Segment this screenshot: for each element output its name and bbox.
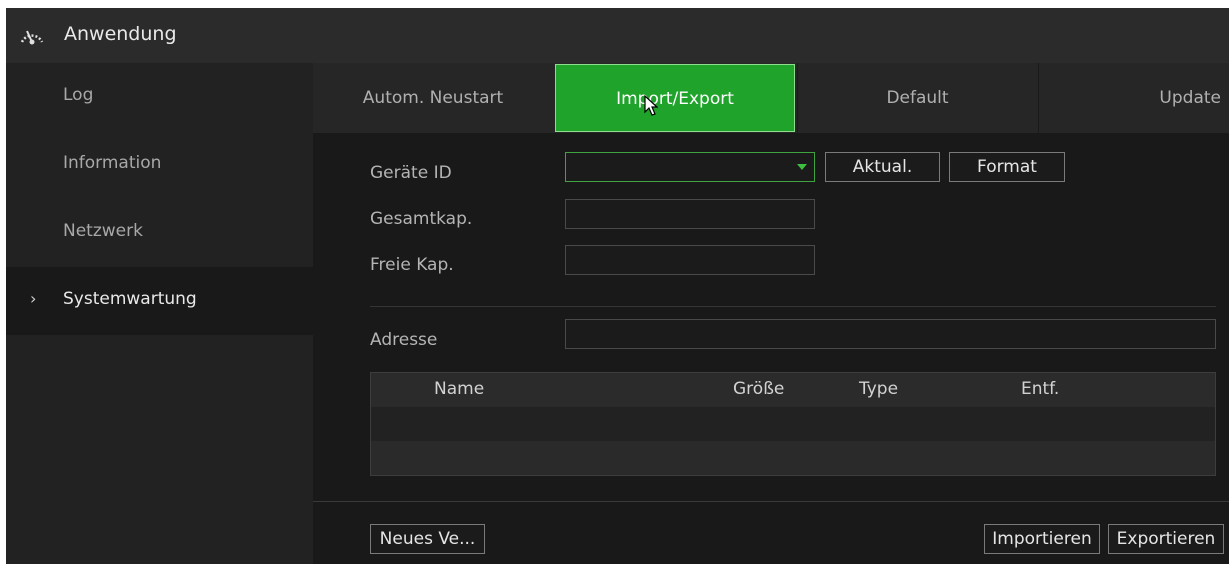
tab-autom-neustart[interactable]: Autom. Neustart — [313, 63, 553, 133]
column-header-type: Type — [859, 379, 899, 399]
sidebar-item-label: Systemwartung — [63, 289, 197, 309]
tab-default[interactable]: Default — [797, 63, 1037, 133]
sidebar-item-systemwartung[interactable]: › Systemwartung — [6, 267, 313, 335]
refresh-button[interactable]: Aktual. — [825, 152, 940, 182]
device-id-label: Geräte ID — [370, 163, 452, 183]
format-button[interactable]: Format — [949, 152, 1065, 182]
tab-bar: Autom. Neustart Import/Export Default Up… — [313, 63, 1229, 133]
sidebar-item-label: Netzwerk — [63, 221, 143, 241]
free-capacity-field — [565, 245, 815, 275]
tab-label: Default — [886, 88, 949, 108]
table-row[interactable] — [371, 441, 1215, 475]
dropdown-caret-icon — [797, 164, 807, 170]
window-title: Anwendung — [64, 23, 177, 45]
sidebar-item-netzwerk[interactable]: Netzwerk — [6, 199, 313, 267]
address-field[interactable] — [565, 319, 1216, 349]
device-id-select[interactable] — [565, 152, 815, 182]
sidebar-item-log[interactable]: Log — [6, 63, 313, 131]
tab-label: Update — [1159, 88, 1221, 108]
app-window: Anwendung Log Information Netzwerk › Sys… — [6, 8, 1229, 564]
column-header-delete: Entf. — [1021, 379, 1060, 399]
import-export-panel: Geräte ID Aktual. Format Gesamtkap. Frei… — [313, 133, 1229, 501]
column-header-name: Name — [434, 379, 485, 399]
table-row[interactable] — [371, 407, 1215, 441]
export-button[interactable]: Exportieren — [1108, 524, 1224, 554]
title-bar: Anwendung — [6, 8, 1229, 63]
section-divider — [370, 306, 1216, 307]
new-folder-button[interactable]: Neues Ve... — [370, 524, 485, 554]
footer-bar: Neues Ve... Importieren Exportieren — [313, 501, 1229, 564]
sidebar-item-information[interactable]: Information — [6, 131, 313, 199]
speedometer-icon — [18, 22, 46, 48]
import-button[interactable]: Importieren — [984, 524, 1100, 554]
sidebar-item-label: Information — [63, 153, 162, 173]
tab-label: Autom. Neustart — [362, 88, 504, 108]
column-header-size: Größe — [733, 379, 785, 399]
chevron-right-icon: › — [30, 289, 37, 308]
sidebar-item-label: Log — [63, 85, 94, 105]
tab-update[interactable]: Update — [1038, 63, 1229, 133]
free-capacity-label: Freie Kap. — [370, 255, 454, 275]
tab-import-export[interactable]: Import/Export — [555, 64, 795, 132]
address-label: Adresse — [370, 330, 438, 350]
total-capacity-field — [565, 199, 815, 229]
total-capacity-label: Gesamtkap. — [370, 209, 473, 229]
sidebar: Log Information Netzwerk › Systemwartung — [6, 63, 313, 564]
table-header: Name Größe Type Entf. — [371, 373, 1215, 407]
tab-label: Import/Export — [616, 89, 734, 109]
mouse-pointer-icon — [644, 94, 659, 121]
file-table: Name Größe Type Entf. — [370, 372, 1216, 476]
